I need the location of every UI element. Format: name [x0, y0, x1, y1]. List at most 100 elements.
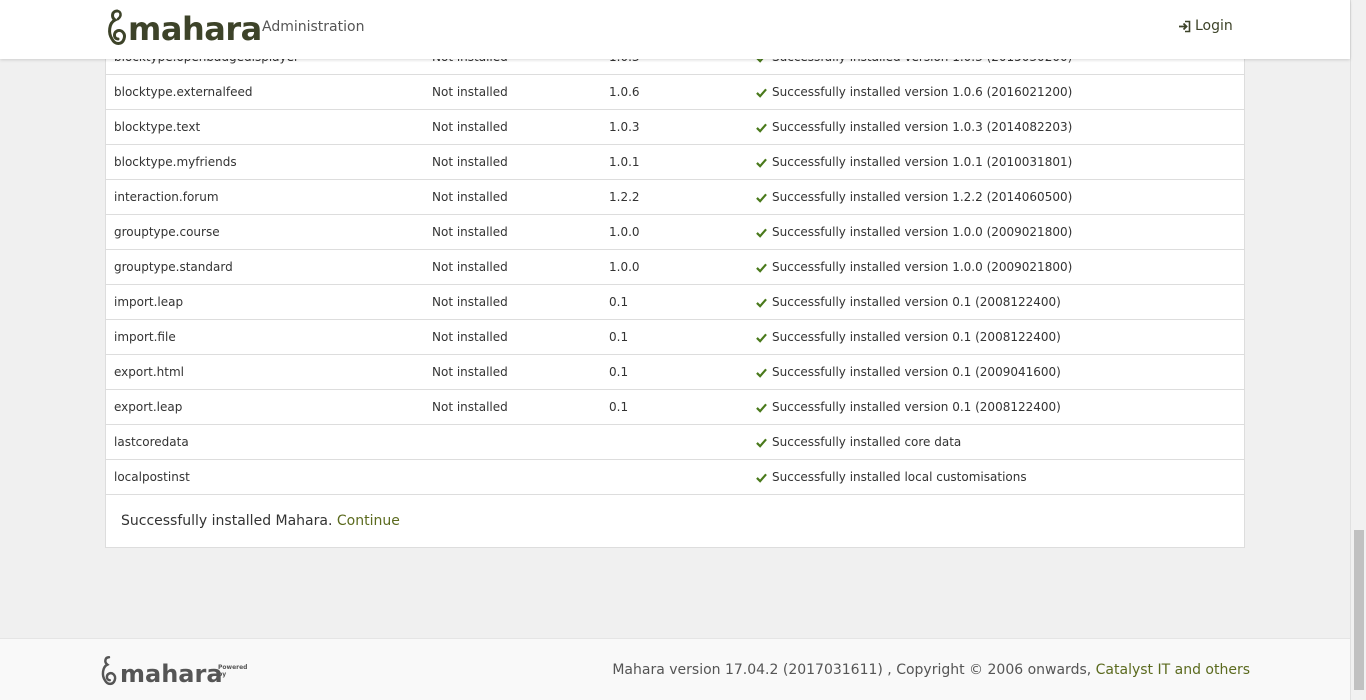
page-scrollbar[interactable]: [1350, 0, 1366, 700]
logo-wordmark: mahara: [128, 10, 262, 48]
plugin-name: interaction.forum: [114, 190, 219, 204]
sign-in-icon: [1179, 20, 1191, 32]
powered-by-label: Powered by: [218, 664, 248, 678]
status-text: Successfully installed core data: [772, 435, 962, 449]
to-version: 0.1: [609, 365, 629, 379]
scrollbar-thumb[interactable]: [1354, 530, 1364, 690]
from-version: Not installed: [432, 330, 508, 344]
table-row: blocktype.myfriends Not installed 1.0.1 Suc…: [106, 145, 1244, 180]
from-version: Not installed: [432, 365, 508, 379]
plugin-name: grouptype.course: [114, 225, 220, 239]
table-row: lastcoredata Successfully installed core …: [106, 425, 1244, 460]
plugin-name: export.html: [114, 365, 185, 379]
check-icon: [756, 263, 767, 273]
status-text: Successfully installed version 0.1 (2008…: [772, 330, 1061, 344]
plugin-name: blocktype.text: [114, 120, 201, 134]
table-row: export.leap Not installed 0.1 Successfully …: [106, 390, 1244, 425]
table-row: import.leap Not installed 0.1 Successfully …: [106, 285, 1244, 320]
plugin-name: localpostinst: [114, 470, 190, 484]
login-link[interactable]: Login: [1178, 18, 1233, 34]
check-icon: [756, 403, 767, 413]
status-text: Successfully installed local customisati…: [772, 470, 1027, 484]
mahara-logo[interactable]: mahara: [106, 6, 262, 52]
table-row: blocktype.text Not installed 1.0.3 Successf…: [106, 110, 1244, 145]
site-header: mahara Administration Login: [0, 0, 1350, 59]
to-version: 1.2.2: [609, 190, 640, 204]
status-message: Successfully installed version 0.1 (2009…: [756, 355, 1061, 390]
from-version: Not installed: [432, 225, 508, 239]
status-text: Successfully installed version 1.0.0 (20…: [772, 260, 1073, 274]
continue-link[interactable]: Continue: [337, 513, 400, 529]
footer-copyright: Mahara version 17.04.2 (2017031611) , Co…: [612, 662, 1250, 678]
to-version: 0.1: [609, 330, 629, 344]
table-row: import.file Not installed 0.1 Successfully …: [106, 320, 1244, 355]
site-footer: Powered by mahara Mahara version 17.04.2…: [0, 638, 1350, 700]
status-text: Successfully installed version 1.0.3 (20…: [772, 120, 1073, 134]
to-version: 0.1: [609, 400, 629, 414]
status-text: Successfully installed version 0.1 (2008…: [772, 295, 1061, 309]
from-version: Not installed: [432, 120, 508, 134]
install-results-panel: blocktype.openbadgedisplayerNot installe…: [105, 40, 1245, 548]
check-icon: [756, 333, 767, 343]
status-text: Successfully installed version 1.2.2 (20…: [772, 190, 1073, 204]
status-text: Successfully installed version 1.0.6 (20…: [772, 85, 1073, 99]
plugin-name: import.file: [114, 330, 176, 344]
check-icon: [756, 123, 767, 133]
status-text: Successfully installed version 1.0.1 (20…: [772, 155, 1073, 169]
version-text: Mahara version 17.04.2 (2017031611) , Co…: [612, 662, 1092, 678]
status-message: Successfully installed version 0.1 (2008…: [756, 390, 1061, 425]
to-version: 1.0.0: [609, 260, 640, 274]
plugin-name: import.leap: [114, 295, 184, 309]
table-row: grouptype.course Not installed 1.0.0 Succes…: [106, 215, 1244, 250]
plugin-name: blocktype.externalfeed: [114, 85, 253, 99]
footer-logo-wordmark: mahara: [120, 660, 223, 688]
status-message: Successfully installed version 1.0.1 (20…: [756, 145, 1072, 180]
install-complete-message: Successfully installed Mahara. Continue: [121, 513, 400, 529]
check-icon: [756, 88, 767, 98]
check-icon: [756, 228, 767, 238]
check-icon: [756, 298, 767, 308]
to-version: 1.0.0: [609, 225, 640, 239]
table-row: export.html Not installed 0.1 Successfully …: [106, 355, 1244, 390]
plugin-name: export.leap: [114, 400, 183, 414]
table-row: localpostinst Successfully installed loca…: [106, 460, 1244, 495]
status-message: Successfully installed version 0.1 (2008…: [756, 320, 1061, 355]
plugin-name: blocktype.myfriends: [114, 155, 237, 169]
status-message: Successfully installed version 1.2.2 (20…: [756, 180, 1072, 215]
check-icon: [756, 438, 767, 448]
check-icon: [756, 368, 767, 378]
from-version: Not installed: [432, 260, 508, 274]
table-row: interaction.forum Not installed 1.2.2 Succe…: [106, 180, 1244, 215]
catalyst-link[interactable]: Catalyst IT and others: [1096, 662, 1250, 678]
success-text: Successfully installed Mahara.: [121, 513, 333, 529]
from-version: Not installed: [432, 85, 508, 99]
plugin-name: grouptype.standard: [114, 260, 233, 274]
to-version: 1.0.3: [609, 120, 640, 134]
status-message: Successfully installed version 0.1 (2008…: [756, 285, 1061, 320]
from-version: Not installed: [432, 400, 508, 414]
status-message: Successfully installed core data: [756, 425, 961, 460]
table-row: grouptype.standard Not installed 1.0.0 Succ…: [106, 250, 1244, 285]
plugin-name: lastcoredata: [114, 435, 189, 449]
from-version: Not installed: [432, 155, 508, 169]
to-version: 0.1: [609, 295, 629, 309]
status-message: Successfully installed version 1.0.3 (20…: [756, 110, 1072, 145]
status-message: Successfully installed version 1.0.0 (20…: [756, 250, 1072, 285]
status-message: Successfully installed local customisati…: [756, 460, 1027, 495]
check-icon: [756, 473, 767, 483]
to-version: 1.0.6: [609, 85, 640, 99]
from-version: Not installed: [432, 190, 508, 204]
from-version: Not installed: [432, 295, 508, 309]
powered-by-mahara-logo[interactable]: Powered by mahara: [100, 650, 247, 690]
to-version: 1.0.1: [609, 155, 640, 169]
admin-label: Administration: [262, 19, 365, 35]
status-message: Successfully installed version 1.0.0 (20…: [756, 215, 1072, 250]
check-icon: [756, 158, 767, 168]
login-label: Login: [1195, 18, 1233, 34]
status-message: Successfully installed version 1.0.6 (20…: [756, 75, 1072, 110]
status-text: Successfully installed version 0.1 (2008…: [772, 400, 1061, 414]
status-text: Successfully installed version 0.1 (2009…: [772, 365, 1061, 379]
table-row: blocktype.externalfeed Not installed 1.0.6…: [106, 75, 1244, 110]
status-text: Successfully installed version 1.0.0 (20…: [772, 225, 1073, 239]
check-icon: [756, 193, 767, 203]
